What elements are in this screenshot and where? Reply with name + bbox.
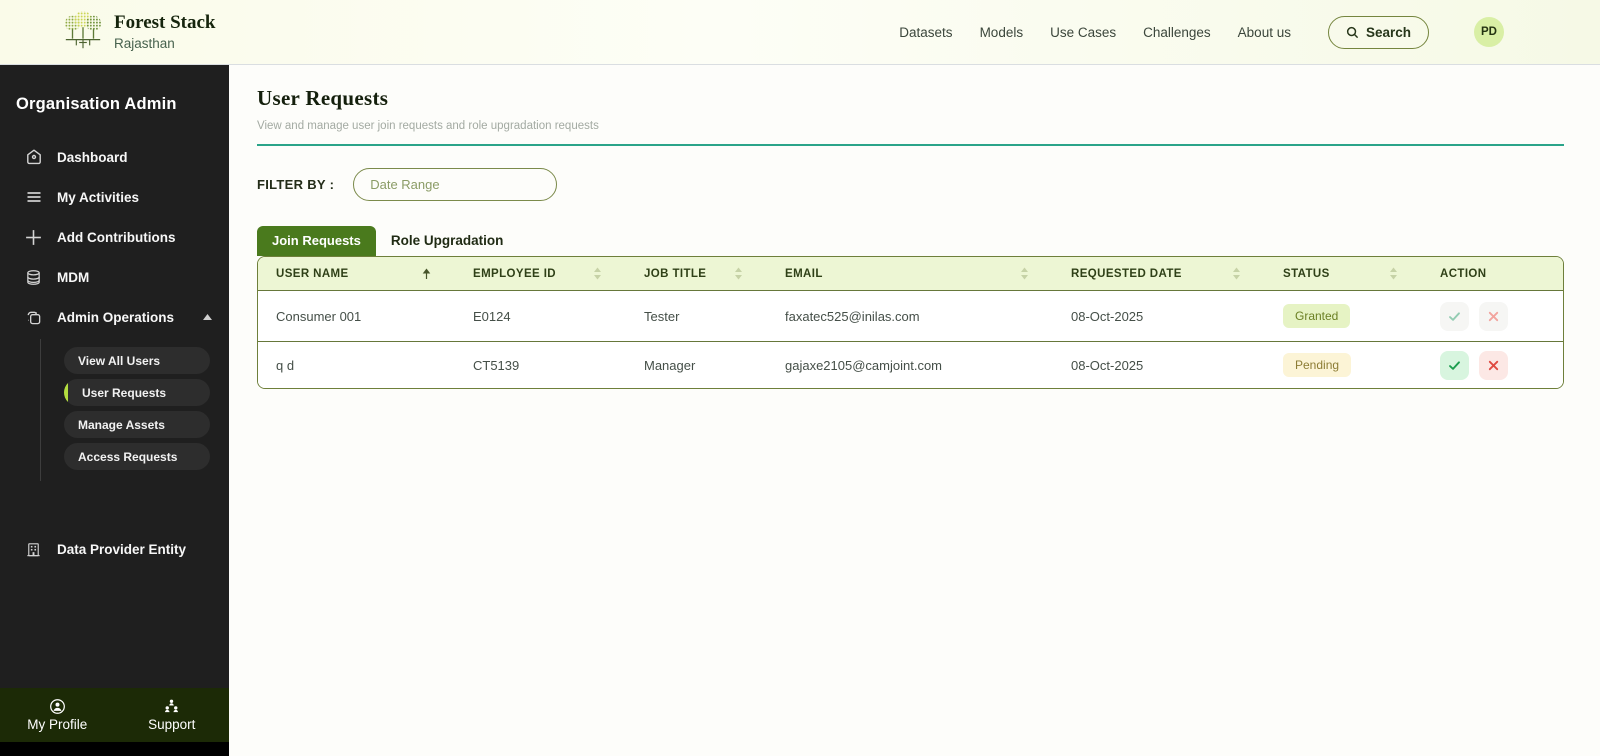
column-header-requested-date[interactable]: REQUESTED DATE xyxy=(1053,267,1265,280)
cell-requested-date: 08-Oct-2025 xyxy=(1071,308,1144,324)
plus-icon xyxy=(24,228,43,247)
support-button[interactable]: Support xyxy=(115,698,230,732)
brand-subtitle: Rajasthan xyxy=(114,35,175,51)
main-content: User Requests View and manage user join … xyxy=(229,65,1600,756)
sidebar-item-add-contributions[interactable]: Add Contributions xyxy=(0,217,229,257)
cell-actions xyxy=(1422,301,1563,331)
title-divider xyxy=(257,144,1564,146)
app-window: Forest Stack Rajasthan Datasets Models U… xyxy=(0,0,1600,756)
my-profile-button[interactable]: My Profile xyxy=(0,698,115,732)
profile-icon xyxy=(49,698,66,715)
sidebar-item-dashboard[interactable]: Dashboard xyxy=(0,137,229,177)
forest-stack-logo xyxy=(62,9,104,55)
cell-email: gajaxe2105@camjoint.com xyxy=(785,357,943,373)
chevron-up-icon[interactable] xyxy=(202,313,213,321)
admin-operations-submenu: View All Users User Requests Manage Asse… xyxy=(40,339,229,481)
sort-icon[interactable] xyxy=(1389,267,1398,280)
filter-row: FILTER BY : xyxy=(257,168,1564,201)
nav-datasets[interactable]: Datasets xyxy=(899,25,952,40)
cell-user-name: q d xyxy=(276,357,295,373)
approve-button[interactable] xyxy=(1440,350,1469,380)
cell-job-title: Manager xyxy=(644,357,696,373)
database-icon xyxy=(24,268,43,287)
cell-email: faxatec525@inilas.com xyxy=(785,308,920,324)
tab-join-requests[interactable]: Join Requests xyxy=(257,226,376,256)
filter-by-label: FILTER BY : xyxy=(257,177,335,192)
sidebar-subitem-view-all-users[interactable]: View All Users xyxy=(64,347,210,374)
x-icon xyxy=(1487,359,1500,372)
sidebar: Organisation Admin Dashboard My Activiti… xyxy=(0,65,229,756)
nav-use-cases[interactable]: Use Cases xyxy=(1050,25,1116,40)
nav-challenges[interactable]: Challenges xyxy=(1143,25,1211,40)
check-icon xyxy=(1447,309,1462,324)
reject-button[interactable] xyxy=(1479,301,1508,331)
sort-asc-icon[interactable] xyxy=(422,268,431,280)
sidebar-subitem-access-requests[interactable]: Access Requests xyxy=(64,443,210,470)
top-navigation: Datasets Models Use Cases Challenges Abo… xyxy=(899,15,1504,49)
column-header-job-title[interactable]: JOB TITLE xyxy=(626,267,767,280)
status-badge: Granted xyxy=(1283,304,1351,328)
reject-button[interactable] xyxy=(1479,350,1508,380)
sort-icon[interactable] xyxy=(1232,267,1241,280)
cell-requested-date: 08-Oct-2025 xyxy=(1071,357,1144,373)
sort-icon[interactable] xyxy=(1020,267,1029,280)
user-avatar[interactable]: PD xyxy=(1474,17,1504,47)
page-subtitle: View and manage user join requests and r… xyxy=(257,120,599,132)
cell-user-name: Consumer 001 xyxy=(276,308,362,324)
tab-role-upgradation[interactable]: Role Upgradation xyxy=(376,226,519,256)
sidebar-menu: Dashboard My Activities Add Contribution… xyxy=(0,137,229,569)
column-header-status[interactable]: STATUS xyxy=(1265,267,1422,280)
nav-models[interactable]: Models xyxy=(980,25,1024,40)
cell-employee-id: E0124 xyxy=(473,308,511,324)
brand[interactable]: Forest Stack Rajasthan xyxy=(62,9,216,55)
brand-title: Forest Stack xyxy=(114,12,216,34)
sidebar-item-data-provider-entity[interactable]: Data Provider Entity xyxy=(0,529,229,569)
active-indicator xyxy=(64,382,68,403)
date-range-input[interactable] xyxy=(353,168,558,201)
sort-icon[interactable] xyxy=(734,267,743,280)
layers-copy-icon xyxy=(24,308,43,327)
cell-status: Granted xyxy=(1265,304,1422,328)
x-icon xyxy=(1487,310,1500,323)
cell-actions xyxy=(1422,350,1563,380)
status-badge: Pending xyxy=(1283,353,1352,377)
top-header: Forest Stack Rajasthan Datasets Models U… xyxy=(0,0,1600,65)
search-button[interactable]: Search xyxy=(1327,15,1429,49)
table-row: Consumer 001 E0124 Tester faxatec525@ini… xyxy=(258,290,1563,341)
sidebar-subitem-manage-assets[interactable]: Manage Assets xyxy=(64,411,210,438)
sidebar-title: Organisation Admin xyxy=(16,95,177,113)
column-header-employee-id[interactable]: EMPLOYEE ID xyxy=(455,267,626,280)
sidebar-item-mdm[interactable]: MDM xyxy=(0,257,229,297)
sidebar-subitem-user-requests[interactable]: User Requests xyxy=(64,379,210,406)
cell-job-title: Tester xyxy=(644,308,680,324)
nav-about-us[interactable]: About us xyxy=(1238,25,1291,40)
search-icon xyxy=(1346,26,1359,39)
list-icon xyxy=(24,188,43,207)
join-requests-table: USER NAME EMPLOYEE ID JOB TITLE EMAIL RE… xyxy=(257,256,1564,389)
support-people-icon xyxy=(163,698,180,715)
column-header-action: ACTION xyxy=(1440,267,1487,280)
table-header-row: USER NAME EMPLOYEE ID JOB TITLE EMAIL RE… xyxy=(258,257,1563,290)
sidebar-bottom-strip xyxy=(0,742,229,756)
column-header-email[interactable]: EMAIL xyxy=(767,267,1053,280)
sidebar-item-admin-operations[interactable]: Admin Operations xyxy=(0,297,229,337)
request-tabs: Join Requests Role Upgradation xyxy=(257,226,1564,256)
column-header-user-name[interactable]: USER NAME xyxy=(258,268,455,280)
check-icon xyxy=(1447,358,1462,373)
home-icon xyxy=(24,148,43,167)
building-icon xyxy=(24,540,43,559)
sidebar-footer: My Profile Support xyxy=(0,688,229,742)
cell-status: Pending xyxy=(1265,353,1422,377)
page-title: User Requests xyxy=(257,86,389,110)
table-row: q d CT5139 Manager gajaxe2105@camjoint.c… xyxy=(258,341,1563,388)
sidebar-item-my-activities[interactable]: My Activities xyxy=(0,177,229,217)
cell-employee-id: CT5139 xyxy=(473,357,520,373)
sort-icon[interactable] xyxy=(593,267,602,280)
approve-button[interactable] xyxy=(1440,301,1469,331)
